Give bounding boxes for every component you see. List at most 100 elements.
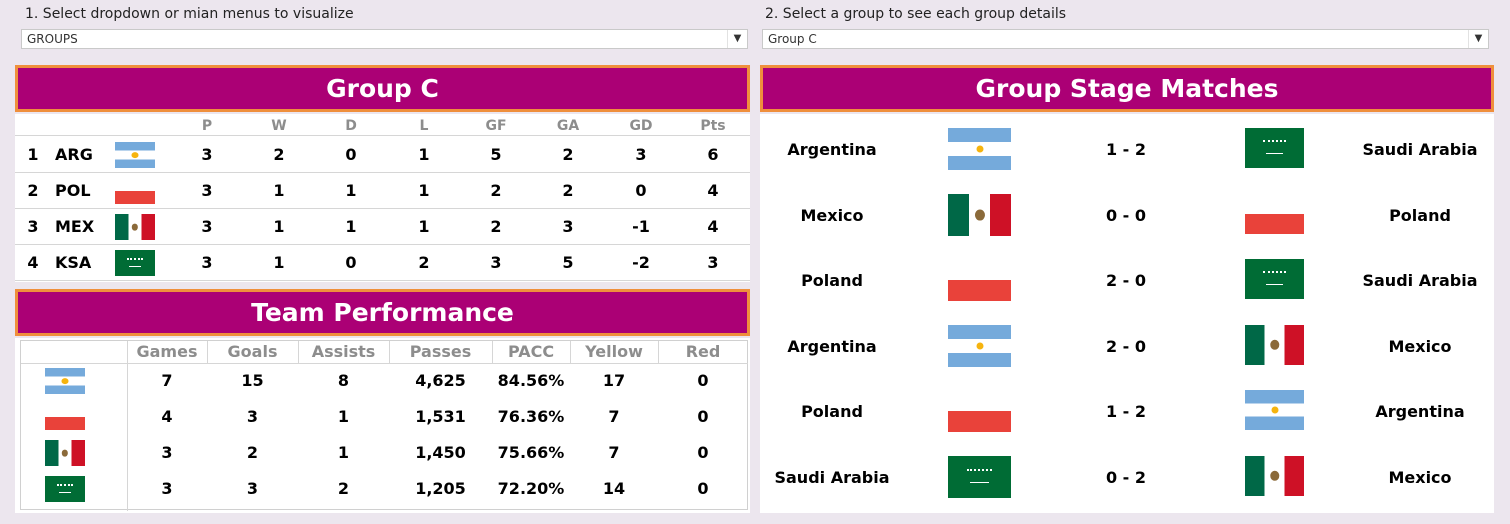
- match-away-team: Mexico: [1388, 336, 1452, 356]
- standings-row: 2 POL 3 1 1 1 2 2 0 4: [15, 173, 750, 209]
- match-away-team: Saudi Arabia: [1362, 140, 1478, 159]
- standings-cell-gd: -1: [632, 217, 650, 236]
- performance-cell-goals: 3: [246, 479, 259, 498]
- standings-cell-l: 1: [418, 145, 430, 164]
- match-row: Poland 1 - 2 Argentina: [760, 381, 1494, 441]
- performance-cell-passes: 1,205: [415, 479, 466, 498]
- standings-cell-gd: 0: [635, 181, 647, 200]
- saudi-arabia-flag-icon: [1245, 259, 1304, 300]
- chevron-down-icon[interactable]: ▼: [1468, 30, 1488, 48]
- standings-cell-p: 3: [201, 145, 213, 164]
- standings-cell-gf: 3: [490, 253, 502, 272]
- performance-cell-passes: 4,625: [415, 371, 466, 390]
- match-away-team: Mexico: [1388, 468, 1452, 487]
- match-home-team: Argentina: [787, 336, 877, 356]
- standings-cell-gf: 2: [490, 217, 502, 236]
- group-select[interactable]: Group C ▼: [762, 29, 1489, 49]
- poland-flag-icon: [1245, 193, 1304, 234]
- match-score: 2 - 0: [1105, 336, 1147, 356]
- standings-rank: 1: [27, 145, 39, 164]
- standings-cell-w: 1: [273, 217, 285, 236]
- standings-cell-d: 1: [345, 181, 357, 200]
- match-home-team: Poland: [801, 402, 863, 422]
- match-away-team: Argentina: [1375, 402, 1465, 422]
- standings-header-row: P W D L GF GA GD Pts: [15, 116, 750, 136]
- standings-header-d: D: [345, 118, 357, 134]
- saudi-arabia-flag-icon: [1245, 128, 1304, 168]
- standings-row: 3 MEX 3 1 1 1 2 3 -1 4: [15, 209, 750, 245]
- matches-title: Group Stage Matches: [760, 65, 1494, 112]
- standings-rank: 2: [27, 181, 39, 200]
- standings-cell-d: 0: [345, 145, 357, 164]
- saudi-arabia-flag-icon: [45, 476, 85, 502]
- match-row: Argentina 2 - 0 Mexico: [760, 316, 1494, 376]
- performance-cell-pacc: 84.56%: [497, 371, 565, 390]
- performance-header-goals: Goals: [227, 342, 278, 361]
- group-select-label: 2. Select a group to see each group deta…: [765, 6, 1067, 22]
- performance-cell-goals: 3: [246, 407, 259, 426]
- standings-team: POL: [55, 181, 91, 200]
- menu-select-label: 1. Select dropdown or mian menus to visu…: [25, 6, 354, 22]
- mexico-flag-icon: [1245, 456, 1304, 496]
- performance-cell-yellow: 7: [608, 407, 620, 426]
- performance-cell-games: 3: [161, 479, 173, 498]
- performance-cell-games: 4: [161, 407, 173, 426]
- performance-header-games: Games: [136, 342, 198, 361]
- performance-cell-goals: 15: [241, 371, 264, 390]
- standings-cell-w: 1: [273, 181, 285, 200]
- performance-cell-pacc: 75.66%: [497, 443, 565, 462]
- standings-cell-pts: 6: [707, 145, 719, 164]
- match-away-team: Poland: [1389, 205, 1451, 225]
- standings-cell-pts: 4: [707, 181, 719, 200]
- standings-header-l: L: [419, 118, 429, 134]
- standings-cell-w: 2: [273, 145, 285, 164]
- menu-select[interactable]: GROUPS ▼: [21, 29, 748, 49]
- poland-flag-icon: [948, 390, 1011, 433]
- poland-flag-icon: [45, 404, 85, 430]
- performance-cell-goals: 2: [246, 443, 259, 462]
- match-score: 0 - 0: [1105, 205, 1147, 225]
- match-home-team: Saudi Arabia: [774, 468, 890, 487]
- match-score: 2 - 0: [1105, 271, 1147, 291]
- menu-select-value: GROUPS: [27, 32, 78, 46]
- performance-cell-games: 7: [161, 371, 173, 390]
- match-home-team: Mexico: [800, 205, 864, 225]
- standings-rank: 3: [27, 217, 39, 236]
- performance-cell-red: 0: [697, 479, 709, 498]
- standings-title: Group C: [15, 65, 750, 112]
- match-score: 1 - 2: [1105, 402, 1147, 422]
- standings-cell-gf: 5: [490, 145, 502, 164]
- performance-cell-yellow: 7: [608, 443, 620, 462]
- argentina-flag-icon: [45, 368, 85, 394]
- match-row: Poland 2 - 0 Saudi Arabia: [760, 250, 1494, 310]
- performance-cell-yellow: 14: [602, 479, 626, 498]
- standings-cell-ga: 2: [562, 145, 574, 164]
- standings-cell-l: 2: [418, 253, 430, 272]
- argentina-flag-icon: [1245, 390, 1304, 431]
- standings-cell-w: 1: [273, 253, 285, 272]
- performance-cell-passes: 1,450: [415, 443, 466, 462]
- match-home-team: Argentina: [787, 140, 877, 159]
- performance-cell-games: 3: [161, 443, 173, 462]
- standings-header-gf: GF: [485, 118, 507, 134]
- standings-row: 4 KSA 3 1 0 2 3 5 -2 3: [15, 245, 750, 281]
- argentina-flag-icon: [948, 128, 1011, 170]
- standings-cell-ga: 3: [562, 217, 574, 236]
- argentina-flag-icon: [115, 142, 155, 168]
- performance-header-passes: Passes: [409, 342, 472, 361]
- standings-cell-gf: 2: [490, 181, 502, 200]
- matches-panel: Argentina 1 - 2 Saudi Arabia Mexico 0 - 0 Pol…: [760, 114, 1494, 513]
- performance-panel: Games Goals Assists Passes PACC Yellow Red 7 15 8…: [15, 338, 750, 513]
- performance-title: Team Performance: [15, 289, 750, 336]
- performance-header-assists: Assists: [311, 342, 376, 361]
- chevron-down-icon[interactable]: ▼: [727, 30, 747, 48]
- standings-cell-d: 0: [345, 253, 357, 272]
- standings-cell-l: 1: [418, 181, 430, 200]
- standings-team: ARG: [55, 145, 93, 164]
- standings-header-p: P: [201, 118, 213, 134]
- performance-cell-passes: 1,531: [415, 407, 466, 426]
- standings-rank: 4: [27, 253, 39, 272]
- standings-table: P W D L GF GA GD Pts 1 ARG 3 2 0 1 5 2 3 6 2 POL 3 1 1 1 2 2 0 4 3 ME…: [15, 114, 750, 282]
- standings-cell-p: 3: [201, 181, 213, 200]
- performance-cell-assists: 1: [337, 407, 350, 426]
